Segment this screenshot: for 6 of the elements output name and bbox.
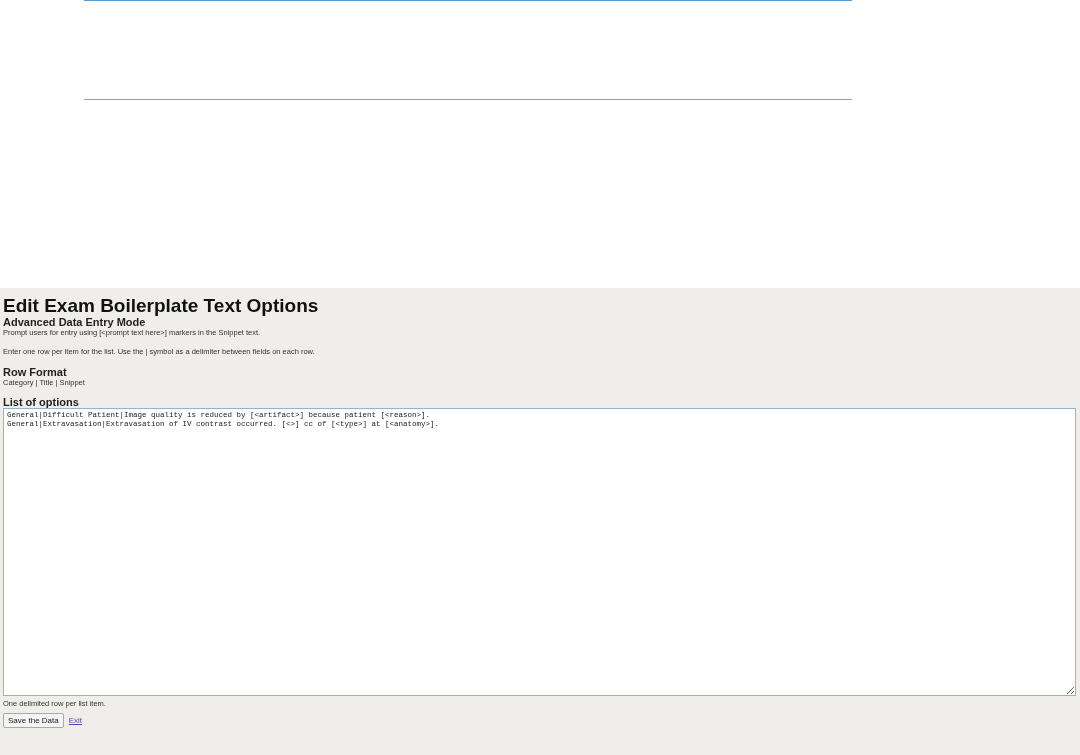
save-button[interactable]: Save the Data [3, 713, 64, 728]
row-format-heading: Row Format [3, 366, 68, 378]
page-title: Edit Exam Boilerplate Text Options [3, 296, 320, 316]
mode-heading: Advanced Data Entry Mode [3, 316, 147, 328]
list-heading: List of options [3, 396, 80, 408]
exit-link[interactable]: Exit [68, 716, 83, 725]
